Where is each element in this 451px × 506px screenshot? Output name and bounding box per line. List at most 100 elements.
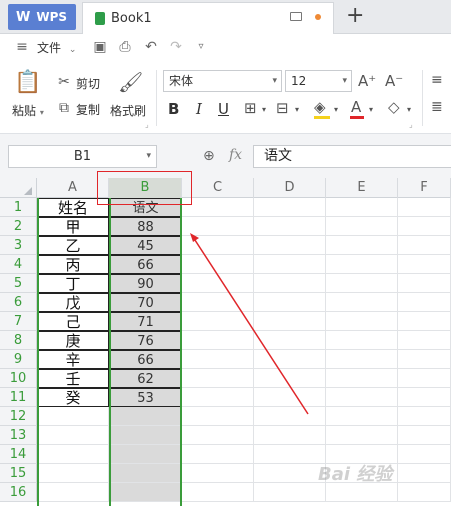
- font-expand-icon[interactable]: ⌟: [409, 120, 413, 129]
- monitor-icon[interactable]: [290, 12, 302, 21]
- cell[interactable]: 66: [109, 350, 182, 369]
- paste-button[interactable]: 粘贴 ▾: [12, 102, 44, 119]
- align-left-icon[interactable]: ≣: [431, 99, 443, 115]
- cell[interactable]: 庚: [37, 331, 109, 350]
- cell[interactable]: 62: [109, 369, 182, 388]
- borders-icon[interactable]: ⊞: [244, 99, 257, 117]
- cell[interactable]: [326, 388, 398, 407]
- cell[interactable]: [398, 369, 451, 388]
- cell[interactable]: [37, 407, 109, 426]
- cell[interactable]: [326, 198, 398, 217]
- row-header[interactable]: 8: [0, 331, 37, 350]
- cell[interactable]: 乙: [37, 236, 109, 255]
- cell[interactable]: 66: [109, 255, 182, 274]
- chevron-down-icon[interactable]: ▾: [407, 105, 411, 114]
- cell[interactable]: [37, 464, 109, 483]
- copy-button[interactable]: 复制: [76, 101, 100, 118]
- column-header-c[interactable]: C: [182, 178, 254, 198]
- row-header[interactable]: 15: [0, 464, 37, 483]
- wps-app-tab[interactable]: W WPS: [8, 4, 76, 30]
- cell[interactable]: [182, 464, 254, 483]
- cell[interactable]: [398, 445, 451, 464]
- cell[interactable]: 癸: [37, 388, 109, 407]
- cell[interactable]: [326, 236, 398, 255]
- cell[interactable]: [182, 426, 254, 445]
- undo-icon[interactable]: ↶: [143, 39, 159, 55]
- column-header-f[interactable]: F: [398, 178, 451, 198]
- row-header[interactable]: 1: [0, 198, 37, 217]
- cell[interactable]: [182, 483, 254, 502]
- row-header[interactable]: 14: [0, 445, 37, 464]
- decrease-font-icon[interactable]: A⁻: [385, 72, 403, 90]
- cell[interactable]: [398, 217, 451, 236]
- cell[interactable]: [326, 255, 398, 274]
- row-header[interactable]: 16: [0, 483, 37, 502]
- cell[interactable]: [254, 312, 326, 331]
- cell[interactable]: [182, 350, 254, 369]
- cell[interactable]: [37, 483, 109, 502]
- cell[interactable]: [326, 274, 398, 293]
- cell[interactable]: [326, 350, 398, 369]
- cell[interactable]: [182, 331, 254, 350]
- chevron-down-icon[interactable]: ▾: [295, 105, 299, 114]
- cell[interactable]: [398, 236, 451, 255]
- cell[interactable]: [182, 312, 254, 331]
- cell[interactable]: [109, 426, 182, 445]
- column-header-b[interactable]: B: [109, 178, 182, 198]
- print-icon[interactable]: ⎙: [117, 39, 133, 55]
- cell[interactable]: 壬: [37, 369, 109, 388]
- cell[interactable]: [254, 217, 326, 236]
- file-menu[interactable]: 文件 ⌄: [37, 40, 76, 58]
- align-top-icon[interactable]: ≡: [431, 72, 443, 88]
- row-header[interactable]: 11: [0, 388, 37, 407]
- cell[interactable]: [398, 198, 451, 217]
- cell[interactable]: 45: [109, 236, 182, 255]
- cell[interactable]: 辛: [37, 350, 109, 369]
- cell[interactable]: [254, 236, 326, 255]
- row-header[interactable]: 3: [0, 236, 37, 255]
- save-icon[interactable]: ▣: [92, 39, 108, 55]
- cell[interactable]: [398, 407, 451, 426]
- cell[interactable]: 76: [109, 331, 182, 350]
- bold-icon[interactable]: B: [168, 100, 179, 118]
- eraser-icon[interactable]: ◇: [388, 98, 400, 116]
- cell[interactable]: [37, 445, 109, 464]
- cut-button[interactable]: 剪切: [76, 75, 100, 92]
- chevron-down-icon[interactable]: ▾: [334, 105, 338, 114]
- underline-icon[interactable]: U: [218, 100, 229, 118]
- clipboard-expand-icon[interactable]: ⌟: [145, 120, 149, 129]
- cell[interactable]: [398, 388, 451, 407]
- cell[interactable]: [254, 445, 326, 464]
- column-header-e[interactable]: E: [326, 178, 398, 198]
- chevron-down-icon[interactable]: ▾: [369, 105, 373, 114]
- row-header[interactable]: 7: [0, 312, 37, 331]
- cell[interactable]: [254, 255, 326, 274]
- cell[interactable]: [398, 464, 451, 483]
- column-header-a[interactable]: A: [37, 178, 109, 198]
- cell[interactable]: [254, 407, 326, 426]
- cell[interactable]: [326, 217, 398, 236]
- cell[interactable]: [398, 483, 451, 502]
- cell[interactable]: [254, 331, 326, 350]
- cell[interactable]: [398, 274, 451, 293]
- cell[interactable]: [326, 293, 398, 312]
- paste-icon[interactable]: 📋: [14, 70, 41, 96]
- row-header[interactable]: 4: [0, 255, 37, 274]
- cell[interactable]: [182, 407, 254, 426]
- cell[interactable]: [326, 331, 398, 350]
- increase-font-icon[interactable]: A⁺: [358, 72, 376, 90]
- select-all-corner[interactable]: [0, 178, 37, 198]
- zoom-search-icon[interactable]: ⊕: [203, 148, 215, 164]
- font-color-icon[interactable]: A: [351, 98, 361, 116]
- cell[interactable]: [182, 217, 254, 236]
- formula-input[interactable]: 语文: [253, 145, 451, 168]
- cell[interactable]: [109, 407, 182, 426]
- cell[interactable]: [254, 388, 326, 407]
- row-header[interactable]: 13: [0, 426, 37, 445]
- cell[interactable]: [254, 274, 326, 293]
- cell[interactable]: [254, 426, 326, 445]
- cell[interactable]: 70: [109, 293, 182, 312]
- cell[interactable]: [398, 350, 451, 369]
- cell[interactable]: 甲: [37, 217, 109, 236]
- cell[interactable]: [254, 293, 326, 312]
